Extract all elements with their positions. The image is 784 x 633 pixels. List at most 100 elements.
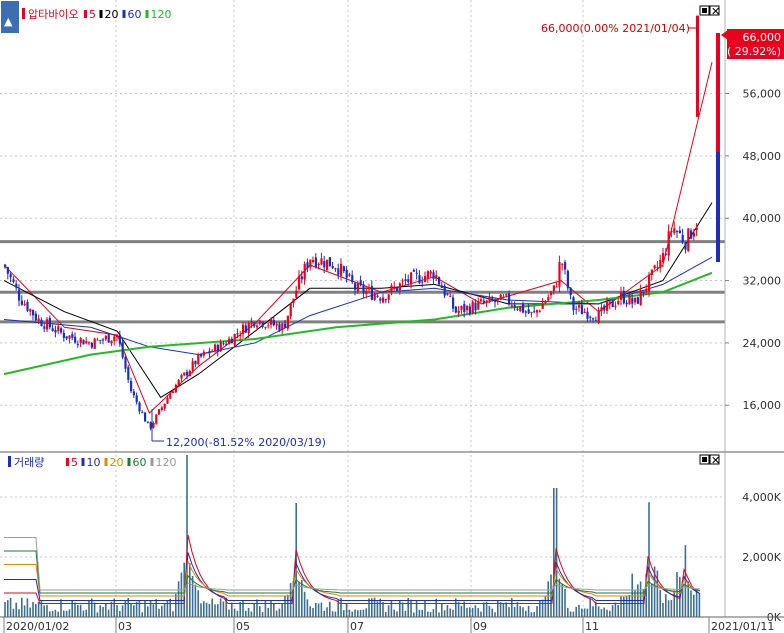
volume-bar <box>49 611 51 617</box>
volume-bar <box>99 605 101 617</box>
candle-body <box>247 322 250 334</box>
candle-body <box>242 324 245 335</box>
volume-bar <box>298 582 300 617</box>
volume-bar <box>581 608 583 617</box>
volume-bar <box>219 598 222 617</box>
candle-body <box>6 267 9 274</box>
volume-bar <box>261 612 264 617</box>
candle-body <box>600 307 603 312</box>
price-tick-label: 16,000 <box>743 399 782 412</box>
volume-bar <box>273 603 275 617</box>
volume-bar <box>133 605 135 617</box>
volume-bar <box>690 590 692 617</box>
candle-body <box>158 409 161 415</box>
candle-body <box>614 305 617 307</box>
volume-bar <box>326 607 328 617</box>
volume-bar <box>659 589 661 617</box>
volume-bar <box>564 588 566 617</box>
volume-bar <box>382 602 384 617</box>
candle-body <box>393 286 396 288</box>
ma-legend-label: 60 <box>128 8 142 21</box>
candle-body <box>480 299 483 302</box>
volume-bar <box>172 611 174 617</box>
candle-body <box>264 327 267 329</box>
candle-body <box>460 305 463 310</box>
candle-body <box>345 269 348 278</box>
candle-body <box>625 302 628 305</box>
volume-bar <box>483 602 485 617</box>
volume-ma-legend-swatch <box>81 458 85 466</box>
candle-body <box>317 263 320 265</box>
volume-bar <box>600 609 603 617</box>
candle-body <box>471 301 474 314</box>
candle-body <box>172 391 175 393</box>
candle-body <box>169 393 172 399</box>
candle-body <box>124 356 127 369</box>
candle-body <box>586 311 589 319</box>
volume-bar <box>278 608 281 617</box>
x-tick-label: 09 <box>473 620 487 633</box>
volume-bar <box>544 596 547 617</box>
candle-body <box>524 311 527 313</box>
candle-body <box>536 310 539 313</box>
candle-body <box>645 289 648 292</box>
candle-body <box>491 298 494 301</box>
volume-bar <box>665 594 667 617</box>
volume-bar <box>113 598 115 617</box>
volume-bar <box>362 609 365 617</box>
ma-legend-label: 20 <box>105 8 119 21</box>
volume-bar <box>351 611 353 617</box>
volume-bar <box>508 607 510 617</box>
volume-bar <box>628 595 631 617</box>
candle-body <box>396 286 399 291</box>
candle-body <box>82 339 85 345</box>
candle-body <box>342 266 345 272</box>
candle-body <box>351 275 354 283</box>
candle-body <box>300 276 303 280</box>
candle-body <box>510 305 513 307</box>
volume-bar <box>312 608 314 617</box>
volume-bar <box>435 598 437 617</box>
candle-body <box>695 227 698 231</box>
volume-bar <box>474 605 477 617</box>
candle-body <box>659 259 662 269</box>
min-price-annotation: 12,200(-81.52% 2020/03/19) <box>166 436 326 449</box>
candle-body <box>334 268 337 270</box>
volume-bar <box>558 578 561 617</box>
volume-bar <box>343 610 345 617</box>
candle-body <box>228 338 231 345</box>
candle-body <box>656 266 659 268</box>
candle-body <box>457 310 460 313</box>
volume-bar <box>256 599 258 617</box>
volume-bar <box>553 488 555 617</box>
candle-body <box>9 274 12 278</box>
candle-body <box>32 309 35 316</box>
candle-body <box>174 384 177 393</box>
candle-body <box>99 339 102 341</box>
volume-bar <box>119 610 121 617</box>
volume-bar <box>469 607 471 617</box>
candle-body <box>76 343 79 345</box>
candle-body <box>631 297 634 304</box>
candle-body <box>564 262 567 270</box>
volume-bar <box>116 605 118 617</box>
volume-bar <box>586 608 589 617</box>
candle-body <box>662 253 665 263</box>
candle-body <box>303 263 306 280</box>
candle-body <box>449 295 452 297</box>
panel-toggle-icon[interactable]: ▲ <box>4 15 13 28</box>
candle-body <box>401 280 404 282</box>
volume-bar <box>12 608 15 617</box>
volume-bar <box>401 602 404 617</box>
volume-bar <box>51 610 54 617</box>
candle-body <box>130 380 133 392</box>
price-close-icon: ✕ <box>711 5 720 18</box>
candle-body <box>29 309 32 312</box>
volume-bar <box>357 610 359 617</box>
price-tick-label: 56,000 <box>743 88 782 101</box>
candle-body <box>256 325 259 328</box>
candle-body <box>589 316 592 318</box>
volume-bar <box>7 600 9 617</box>
candle-body <box>155 414 158 424</box>
volume-bar <box>309 606 311 617</box>
